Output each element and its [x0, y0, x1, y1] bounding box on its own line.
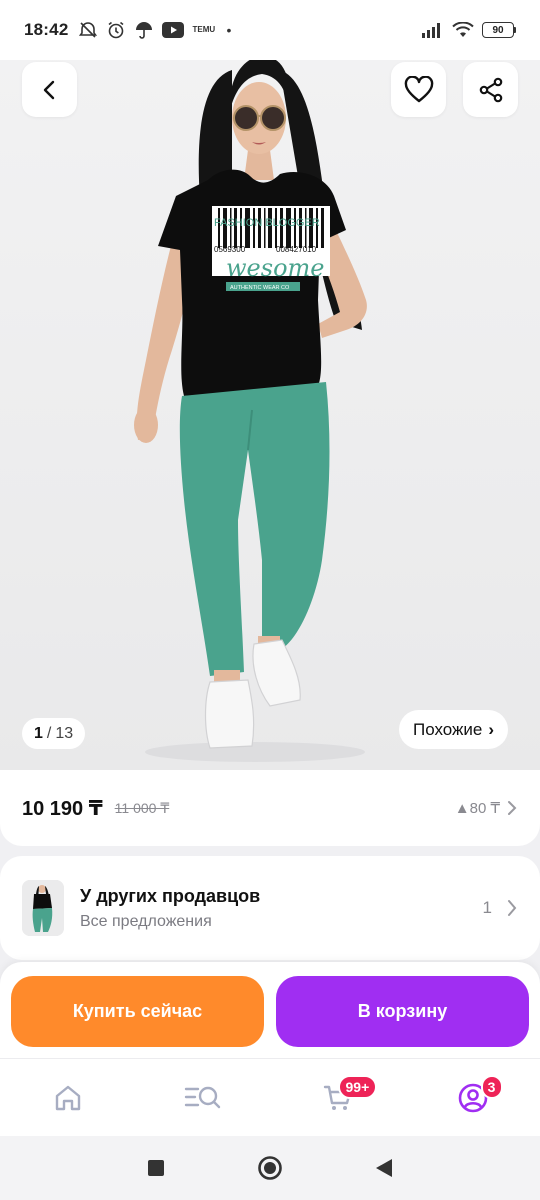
tab-profile[interactable]: 3: [443, 1073, 503, 1123]
battery-icon: 90: [482, 22, 516, 38]
status-bar: 18:42 TEMU • 90: [0, 0, 540, 60]
gallery-separator: /: [46, 724, 52, 742]
chevron-right-icon: ›: [488, 719, 495, 739]
cart-badge: 99+: [337, 1074, 378, 1099]
umbrella-icon: [136, 22, 153, 39]
status-more-dot: •: [226, 22, 232, 38]
seller-product-thumbnail: [22, 880, 64, 936]
other-sellers-count-group: 1: [483, 898, 518, 918]
chevron-right-icon: [508, 900, 517, 916]
gallery-total: 13: [55, 724, 74, 742]
tab-home[interactable]: [38, 1073, 98, 1123]
product-gallery[interactable]: FASHION BLOGGER 0569300 008427010 wesome…: [0, 50, 540, 772]
gallery-counter: 1 / 13: [22, 718, 86, 749]
price-current: 10 190 ₸: [22, 797, 103, 820]
product-photo: FASHION BLOGGER 0569300 008427010 wesome…: [134, 56, 367, 762]
bottom-tab-bar: 99+ 3: [0, 1058, 540, 1136]
share-icon: [479, 77, 502, 102]
home-circle-icon[interactable]: [257, 1155, 283, 1181]
gallery-current: 1: [34, 724, 43, 742]
buy-now-button[interactable]: Купить сейчас: [11, 976, 264, 1047]
print-ribbon: AUTHENTIC WEAR CO: [230, 285, 290, 291]
tab-catalog[interactable]: [173, 1073, 233, 1123]
back-triangle-icon[interactable]: [375, 1158, 393, 1178]
system-navigation-bar: [0, 1136, 540, 1200]
home-icon: [55, 1085, 80, 1110]
price-old: 11 000 ₸: [114, 799, 170, 816]
favorite-button[interactable]: [391, 62, 446, 117]
other-sellers-title: У других продавцов: [80, 885, 261, 906]
status-system-icons: 90: [422, 22, 516, 38]
print-code-right: 008427010: [276, 245, 317, 254]
product-screen: 18:42 TEMU • 90 FASHION BLOGGER 0569300 …: [0, 0, 540, 1200]
wifi-icon: [452, 22, 474, 37]
battery-level: 90: [492, 24, 504, 36]
price-delta: ▲80 ₸: [454, 800, 500, 817]
catalog-search-icon: [184, 1086, 220, 1108]
share-button[interactable]: [463, 62, 518, 117]
print-code-left: 0569300: [214, 245, 246, 254]
alarm-off-icon: [79, 22, 98, 38]
similar-button[interactable]: Похожие ›: [399, 710, 509, 749]
profile-badge: 3: [480, 1074, 503, 1099]
chevron-right-icon: [508, 801, 517, 815]
add-to-cart-button[interactable]: В корзину: [276, 976, 529, 1047]
heart-icon: [404, 75, 433, 102]
other-sellers-text: У других продавцов Все предложения: [80, 886, 260, 931]
other-sellers-count: 1: [482, 898, 492, 917]
status-notification-icons: TEMU •: [78, 20, 231, 40]
print-script: wesome: [226, 254, 324, 282]
back-button[interactable]: [22, 62, 77, 117]
action-bar: Купить сейчас В корзину: [0, 962, 540, 1058]
temu-icon: TEMU: [192, 25, 216, 34]
print-text: FASHION BLOGGER: [214, 217, 320, 229]
price-card: 10 190 ₸ 11 000 ₸ ▲80 ₸: [0, 770, 540, 846]
other-sellers-card[interactable]: У других продавцов Все предложения 1: [0, 856, 540, 960]
recents-icon[interactable]: [147, 1159, 165, 1177]
chevron-left-icon: [43, 80, 54, 99]
youtube-icon: [162, 22, 185, 38]
signal-icon: [422, 23, 440, 38]
price-history-button[interactable]: ▲80 ₸: [455, 799, 518, 817]
other-sellers-subtitle: Все предложения: [80, 912, 212, 930]
tab-cart[interactable]: 99+: [308, 1073, 378, 1123]
similar-label: Похожие: [413, 719, 483, 739]
status-time: 18:42: [24, 20, 69, 39]
alarm-icon: [108, 21, 124, 39]
